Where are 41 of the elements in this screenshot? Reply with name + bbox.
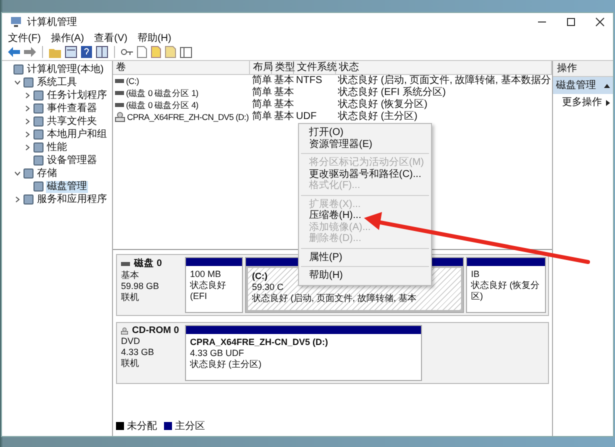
disk-status: 联机: [121, 292, 140, 303]
actions-header: 操作: [553, 61, 613, 77]
disk-type: DVD: [121, 336, 142, 347]
table-cell-text: UDF: [295, 111, 318, 123]
table-cell-text: 简单: [251, 87, 272, 98]
table-cell: (磁盘 0 磁盘分区 1): [126, 87, 198, 99]
disk-type: 基本: [121, 270, 140, 281]
table-cell-text: 状态良好 (启动, 页面文件, 故障转储, 基本数据分: [337, 75, 552, 86]
partition-status: 状态良好 (EFI: [190, 280, 227, 302]
table-cell-text: 状态良好 (恢复分区): [337, 99, 428, 110]
table-cell-text: 基本: [273, 87, 294, 98]
partition-status: 状态良好 (启动, 页面文件, 故障转储, 基本: [252, 293, 417, 304]
window-title: 计算机管理: [27, 16, 77, 29]
legend-label: 主分区: [175, 420, 205, 433]
table-cell-text: 基本: [273, 75, 294, 86]
partition-size: IB: [471, 269, 480, 280]
section-title: 磁盘管理: [556, 79, 596, 92]
disk-size: 59.98 GB: [121, 281, 160, 292]
table-cell-text: 基本: [273, 111, 294, 123]
table-cell: (C:): [126, 75, 139, 87]
table-cell-text: NTFS: [295, 75, 324, 87]
table-cell-text: 简单: [251, 75, 272, 86]
partition-status: 状态良好 (主分区): [190, 359, 262, 370]
legend-label: 未分配: [127, 420, 157, 433]
partition-title: CPRA_X64FRE_ZH-CN_DV5 (D:): [190, 337, 328, 348]
table-cell-text: 基本: [273, 99, 294, 110]
partition-size: 100 MB: [190, 269, 222, 280]
partition-size: 59.30 C: [252, 282, 284, 293]
table-cell-text: 状态良好 (EFI 系统分区): [337, 87, 447, 98]
disk-status: 联机: [121, 358, 140, 369]
table-cell: CPRA_X64FRE_ZH-CN_DV5 (D:): [127, 111, 249, 123]
disk-name: CD-ROM 0: [132, 325, 179, 336]
disk-size: 4.33 GB: [121, 347, 156, 358]
partition-size: 4.33 GB UDF: [190, 348, 244, 359]
table-cell: (磁盘 0 磁盘分区 4): [126, 99, 198, 111]
partition-status: 状态良好 (恢复分区): [471, 280, 540, 302]
partition-title: (C:): [252, 271, 268, 282]
disk-name: 磁盘 0: [134, 257, 162, 270]
table-cell-text: 简单: [251, 99, 272, 110]
table-cell-text: 简单: [251, 111, 272, 123]
table-cell-text: 状态良好 (主分区): [337, 111, 418, 123]
